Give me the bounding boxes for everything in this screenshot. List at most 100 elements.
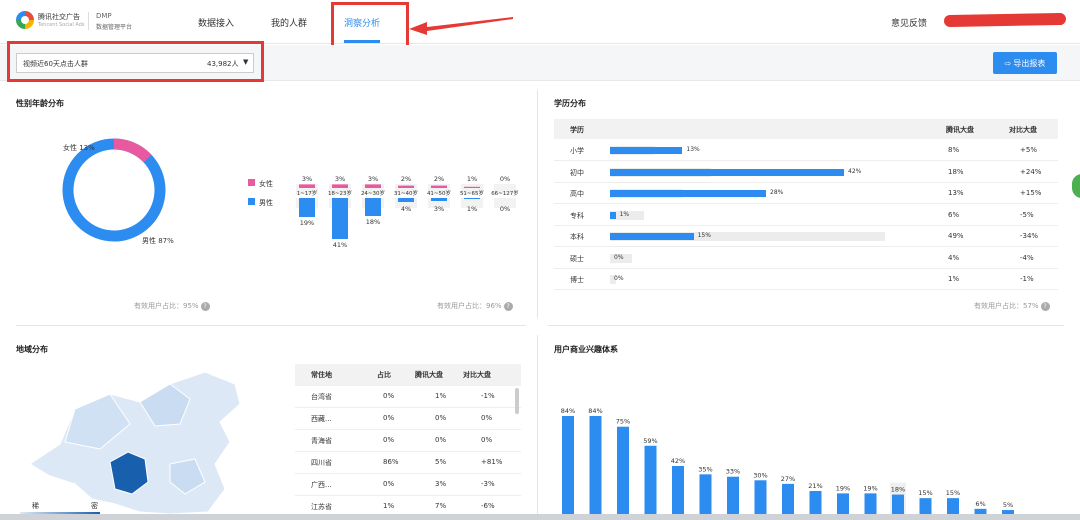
interest-bar-label: 30% bbox=[753, 471, 767, 479]
interest-bar bbox=[809, 491, 822, 516]
edu-degree-name: 本科 bbox=[570, 233, 584, 241]
education-row: 专科 1% 6% -5% bbox=[554, 205, 1058, 226]
help-icon[interactable]: ? bbox=[200, 301, 210, 311]
edu-bar bbox=[610, 211, 616, 219]
edu-pct-label: 0% bbox=[614, 253, 624, 261]
edu-pct-label: 13% bbox=[686, 146, 700, 153]
region-col-compare: 对比大盘 bbox=[463, 371, 491, 379]
edu-bar bbox=[610, 147, 683, 154]
age-range-label: 41~50岁 bbox=[427, 189, 451, 197]
interest-bar-chart: 84% 84% 75% 59% 42% 35% 33% 30% 27% 21% 19% 19% 18% 1… bbox=[561, 407, 1014, 516]
valid-users-gender-text: 有效用户占比：95% bbox=[134, 302, 199, 310]
side-float-button[interactable] bbox=[1070, 172, 1080, 200]
logo-divider bbox=[88, 12, 89, 30]
edu-pct-label: 42% bbox=[848, 167, 862, 175]
age-range-label: 1~17岁 bbox=[297, 189, 318, 197]
edu-degree-name: 小学 bbox=[570, 147, 584, 155]
region-pct: 0% bbox=[383, 414, 395, 422]
age-female-label: 3% bbox=[335, 175, 345, 183]
edu-market-value: 4% bbox=[948, 253, 960, 262]
edu-degree-name: 专科 bbox=[570, 211, 584, 220]
interest-bar-label: 35% bbox=[698, 465, 712, 473]
edu-compare-value: +15% bbox=[1020, 189, 1042, 197]
edu-col-degree: 学历 bbox=[570, 126, 584, 134]
edu-degree-name: 博士 bbox=[570, 276, 584, 284]
region-row[interactable]: 青海省 0% 0% 0% bbox=[295, 430, 521, 452]
region-market: 7% bbox=[435, 502, 447, 510]
region-compare: +81% bbox=[481, 458, 503, 466]
interest-bar-label: 19% bbox=[836, 484, 850, 492]
edu-bar bbox=[610, 190, 766, 197]
edu-pct-label: 0% bbox=[614, 275, 624, 282]
age-female-label: 2% bbox=[434, 175, 444, 183]
region-row[interactable]: 四川省 86% 5% +81% bbox=[295, 452, 521, 474]
age-female-label: 0% bbox=[500, 175, 510, 183]
edu-market-value: 18% bbox=[948, 167, 964, 176]
age-male-label: 41% bbox=[333, 241, 347, 249]
interest-bar-label: 21% bbox=[808, 482, 822, 490]
region-table-scrollbar[interactable] bbox=[515, 388, 519, 414]
vertical-divider bbox=[537, 90, 538, 318]
region-row[interactable]: 台湾省 0% 1% -1% bbox=[295, 386, 521, 408]
edu-market-value: 8% bbox=[948, 146, 960, 154]
horizontal-divider bbox=[548, 325, 1064, 326]
region-name: 西藏... bbox=[311, 415, 332, 423]
region-col-pct: 占比 bbox=[377, 371, 391, 379]
region-name: 台湾省 bbox=[311, 393, 332, 401]
region-name: 广西... bbox=[311, 481, 332, 489]
region-table: 常住地 占比 腾讯大盘 对比大盘 台湾省 0% 1% -1% 西藏... 0% 0% 0% 青海… bbox=[295, 364, 521, 518]
age-female-bar bbox=[398, 185, 414, 188]
age-range-label: 18~23岁 bbox=[328, 189, 352, 197]
export-report-button[interactable]: ⇨ 导出报表 bbox=[993, 52, 1057, 74]
age-male-label: 0% bbox=[500, 205, 510, 213]
region-col-market: 腾讯大盘 bbox=[415, 371, 443, 379]
horizontal-scrollbar[interactable] bbox=[0, 514, 1080, 520]
edu-pct-label: 1% bbox=[619, 210, 630, 218]
annotation-box-tab bbox=[331, 2, 409, 48]
region-name: 青海省 bbox=[311, 437, 332, 445]
interest-bar bbox=[727, 476, 739, 516]
feedback-link[interactable]: 意见反馈 bbox=[891, 16, 927, 29]
product-name: DMP bbox=[96, 12, 112, 20]
age-range-label: 66~127岁 bbox=[491, 189, 519, 197]
education-row: 小学 13% 8% +5% bbox=[554, 140, 1058, 161]
interest-bar bbox=[892, 494, 904, 516]
gender-age-title: 性别年龄分布 bbox=[16, 99, 64, 108]
region-market: 3% bbox=[435, 480, 447, 488]
export-label: 导出报表 bbox=[1013, 58, 1046, 68]
edu-pct-label: 28% bbox=[770, 189, 784, 196]
edu-market-value: 49% bbox=[948, 232, 964, 240]
interest-bar-label: 75% bbox=[616, 418, 630, 426]
age-female-bar bbox=[332, 184, 348, 188]
region-col-place: 常住地 bbox=[311, 371, 332, 379]
region-compare: -1% bbox=[481, 392, 495, 400]
china-map bbox=[20, 371, 241, 515]
interest-bar-label: 15% bbox=[918, 489, 932, 497]
education-row: 高中 28% 13% +15% bbox=[554, 183, 1058, 204]
age-male-label: 4% bbox=[401, 205, 411, 213]
interest-bar bbox=[864, 493, 877, 516]
region-row[interactable]: 西藏... 0% 0% 0% bbox=[295, 408, 521, 430]
tab-my-audience[interactable]: 我的人群 bbox=[271, 16, 307, 29]
valid-users-age: 有效用户占比：96%? bbox=[437, 301, 513, 311]
region-title: 地域分布 bbox=[16, 345, 48, 354]
age-male-label: 1% bbox=[467, 205, 477, 213]
valid-users-education: 有效用户占比：57%? bbox=[974, 301, 1050, 311]
region-row[interactable]: 广西... 0% 3% -3% bbox=[295, 474, 521, 496]
age-male-bar bbox=[299, 198, 315, 217]
top-nav: 腾讯社交广告 Tencent Social Ads DMP 数据管理平台 数据接… bbox=[0, 0, 1080, 44]
age-male-bar bbox=[464, 198, 480, 199]
tab-data-access[interactable]: 数据接入 bbox=[198, 16, 234, 29]
edu-col-compare: 对比大盘 bbox=[1009, 126, 1037, 134]
help-icon[interactable]: ? bbox=[1040, 301, 1050, 311]
age-range-label: 24~30岁 bbox=[361, 189, 385, 197]
age-male-bar bbox=[398, 198, 414, 202]
age-range-label: 31~40岁 bbox=[394, 189, 418, 197]
age-male-label: 19% bbox=[300, 219, 314, 227]
region-pct: 1% bbox=[383, 502, 395, 510]
interest-bar bbox=[644, 445, 657, 516]
help-icon[interactable]: ? bbox=[503, 301, 513, 311]
edu-compare-value: -4% bbox=[1020, 253, 1034, 262]
region-table-header: 常住地 占比 腾讯大盘 对比大盘 bbox=[295, 364, 521, 386]
edu-market-value: 1% bbox=[948, 275, 960, 283]
